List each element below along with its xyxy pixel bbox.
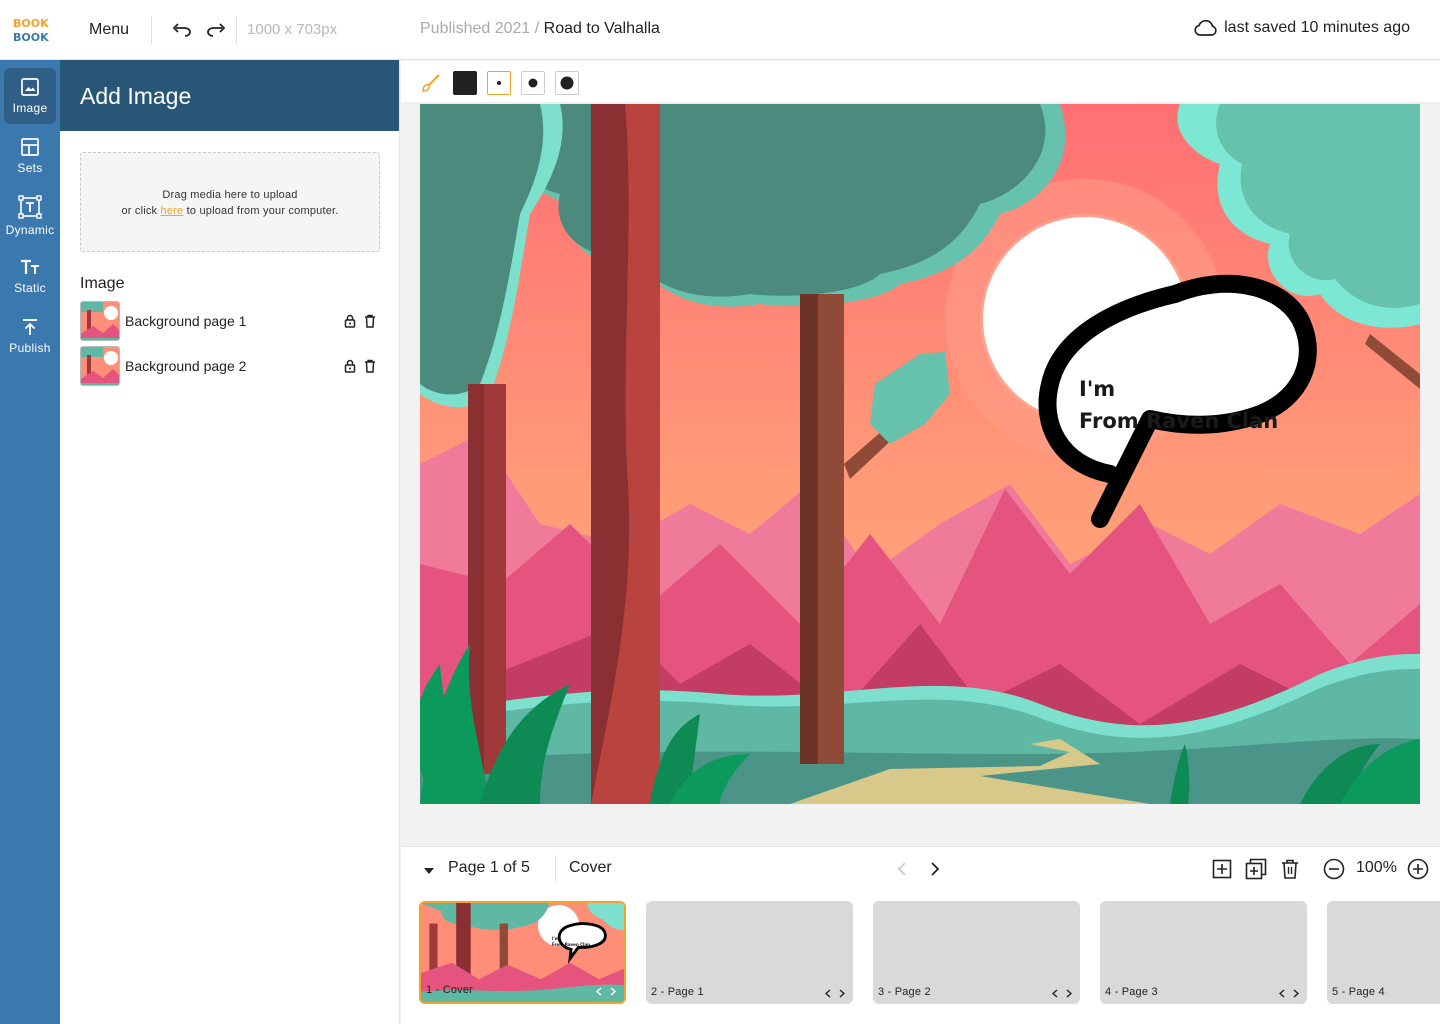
divider <box>151 15 153 44</box>
rail-label: Static <box>14 281 46 295</box>
rail-label: Dynamic <box>5 223 55 237</box>
zoom-level: 100% <box>1356 859 1397 876</box>
add-page-icon[interactable] <box>1211 858 1233 880</box>
page-thumb-label: 4 - Page 3 <box>1105 986 1158 998</box>
pages-bar: Page 1 of 5 Cover 100% I'm From Raven Cl… <box>401 846 1440 1024</box>
left-rail: Image Sets Dynamic Static Publish <box>0 60 60 1024</box>
upload-link[interactable]: here <box>161 205 184 217</box>
page-thumbnail[interactable]: 4 - Page 3 <box>1100 901 1307 1004</box>
lock-icon[interactable] <box>340 311 360 331</box>
page-name[interactable]: Cover <box>569 859 612 877</box>
thumb-arrows <box>596 987 616 996</box>
sets-icon <box>21 138 39 156</box>
dropzone-hint: Drag media here to upload <box>162 189 298 201</box>
document-title[interactable]: Road to Valhalla <box>544 20 660 37</box>
page-thumb-label: 2 - Page 1 <box>651 986 704 998</box>
prev-page-icon[interactable] <box>891 858 913 880</box>
breadcrumb: Published 2021 / Road to Valhalla <box>420 20 660 38</box>
page-thumb-label: 5 - Page 4 <box>1332 986 1385 998</box>
chevron-right-icon[interactable] <box>1066 989 1072 998</box>
thumb-arrows <box>825 989 845 998</box>
svg-text:BOOK: BOOK <box>13 17 49 30</box>
page-indicator: Page 1 of 5 <box>448 859 530 876</box>
page-thumb-label: 3 - Page 2 <box>878 986 931 998</box>
rail-label: Sets <box>17 161 43 175</box>
brush-size-large[interactable] <box>555 71 579 95</box>
top-bar: BOOK BOOK Menu 1000 x 703px Published 20… <box>0 0 1440 60</box>
thumb-arrows <box>1052 989 1072 998</box>
chevron-right-icon[interactable] <box>839 989 845 998</box>
rail-item-dynamic[interactable]: Dynamic <box>4 188 56 244</box>
chevron-left-icon[interactable] <box>825 989 831 998</box>
image-icon <box>21 78 39 96</box>
rail-label: Image <box>12 101 48 115</box>
image-thumbnail <box>80 346 120 386</box>
dropzone-hint-2: or click here to upload from your comput… <box>121 205 339 217</box>
dynamic-text-icon <box>18 195 42 219</box>
panel-title: Add Image <box>60 60 399 131</box>
thumb-bubble-text: I'm From Raven Clan <box>552 936 590 947</box>
speech-line-2: From Raven Clan <box>1079 409 1279 433</box>
page-thumbnail[interactable]: 3 - Page 2 <box>873 901 1080 1004</box>
upload-dropzone[interactable]: Drag media here to upload or click here … <box>80 152 380 252</box>
drawing-toolbar <box>401 61 1440 103</box>
static-text-icon <box>21 259 39 274</box>
svg-text:BOOK: BOOK <box>13 31 49 44</box>
speech-line-1: I'm <box>1079 377 1116 401</box>
page-thumb-label: 1 - Cover <box>426 984 474 996</box>
page-thumbnail[interactable]: 5 - Page 4 <box>1327 901 1440 1004</box>
color-swatch[interactable] <box>453 71 477 95</box>
image-section-title: Image <box>80 275 125 292</box>
zoom-in-icon[interactable] <box>1407 858 1429 880</box>
add-image-panel: Add Image Drag media here to upload or c… <box>60 60 400 1024</box>
delete-page-icon[interactable] <box>1279 858 1301 880</box>
chevron-left-icon[interactable] <box>596 987 602 996</box>
thumb-arrows <box>1279 989 1299 998</box>
undo-icon[interactable] <box>170 18 194 42</box>
background-illustration <box>420 104 1420 804</box>
divider <box>236 15 238 44</box>
image-list-item[interactable]: Background page 1 <box>80 301 380 341</box>
zoom-out-icon[interactable] <box>1323 858 1345 880</box>
chevron-left-icon[interactable] <box>1052 989 1058 998</box>
speech-bubble-text[interactable]: I'm From Raven Clan <box>1079 373 1278 437</box>
image-list-item[interactable]: Background page 2 <box>80 346 380 386</box>
rail-item-image[interactable]: Image <box>4 68 56 124</box>
chevron-left-icon[interactable] <box>1279 989 1285 998</box>
lock-icon[interactable] <box>340 356 360 376</box>
bookbook-logo[interactable]: BOOK BOOK <box>0 0 60 60</box>
divider <box>555 855 556 883</box>
page-canvas[interactable] <box>420 104 1420 804</box>
brush-icon[interactable] <box>419 71 443 95</box>
rail-item-static[interactable]: Static <box>4 248 56 304</box>
page-thumbnail[interactable]: 2 - Page 1 <box>646 901 853 1004</box>
trash-icon[interactable] <box>360 311 380 331</box>
canvas-size-readout: 1000 x 703px <box>247 21 338 38</box>
save-status-text: last saved 10 minutes ago <box>1224 19 1410 36</box>
redo-icon[interactable] <box>204 18 228 42</box>
chevron-right-icon[interactable] <box>1293 989 1299 998</box>
next-page-icon[interactable] <box>924 858 946 880</box>
brush-size-medium[interactable] <box>521 71 545 95</box>
image-thumbnail <box>80 301 120 341</box>
chevron-right-icon[interactable] <box>610 987 616 996</box>
menu-button[interactable]: Menu <box>89 21 129 39</box>
publish-icon <box>23 319 37 335</box>
trash-icon[interactable] <box>360 356 380 376</box>
page-thumbnail[interactable]: I'm From Raven Clan 1 - Cover <box>419 901 626 1004</box>
save-status: last saved 10 minutes ago <box>1194 19 1410 37</box>
breadcrumb-separator: / <box>534 20 540 37</box>
cloud-icon <box>1194 19 1217 36</box>
duplicate-page-icon[interactable] <box>1245 858 1267 880</box>
brush-size-small[interactable] <box>487 71 511 95</box>
image-name: Background page 2 <box>125 358 247 374</box>
rail-item-publish[interactable]: Publish <box>4 308 56 364</box>
breadcrumb-parent[interactable]: Published 2021 <box>420 20 530 37</box>
image-name: Background page 1 <box>125 313 247 329</box>
rail-item-sets[interactable]: Sets <box>4 128 56 184</box>
caret-down-icon[interactable] <box>423 863 435 881</box>
rail-label: Publish <box>9 341 51 355</box>
